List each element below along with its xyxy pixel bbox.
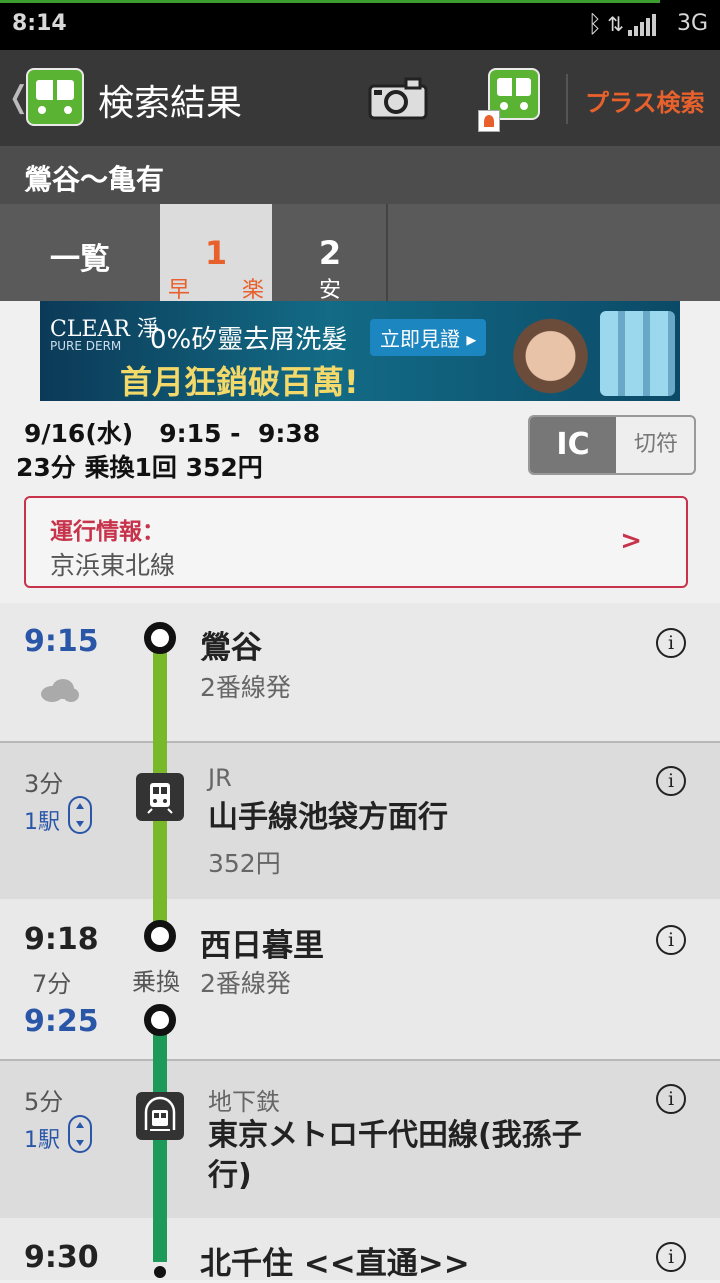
ad-brand-sub: PURE DERM (50, 339, 122, 353)
cloud-icon (41, 679, 79, 702)
info-icon[interactable]: i (656, 1242, 686, 1272)
tab-route-1[interactable]: 1 早 楽 (160, 204, 272, 303)
departure-time: 9:15 (24, 624, 99, 659)
departure-time: 9:25 (24, 1004, 99, 1039)
station-node (144, 920, 176, 952)
transfer-wait: 7分 (32, 970, 72, 998)
tab-1-badge-fast: 早 (168, 278, 191, 303)
segment-fare: 352円 (208, 849, 281, 878)
tab-2-number: 2 (318, 234, 342, 272)
loading-progress-bar (0, 0, 660, 3)
ride-minutes: 3分 (24, 770, 64, 798)
plus-search-button[interactable]: プラス検索 (585, 83, 705, 118)
operation-info-label: 運行情報： (50, 519, 165, 545)
tab-list-label: 一覧 (50, 242, 110, 277)
operator-name: JR (208, 764, 232, 792)
metro-line-track (153, 1028, 167, 1262)
expand-stops-stepper-icon[interactable] (68, 796, 92, 834)
fare-ic-option[interactable]: IC (530, 417, 616, 473)
stop-row-uguisudani (0, 603, 720, 741)
info-icon[interactable]: i (656, 766, 686, 796)
status-bar: 8:14 ᛒ ⇅ 3G (0, 0, 720, 50)
stop-row-nishinippori (0, 899, 720, 1059)
camera-icon[interactable] (368, 76, 428, 120)
network-type: 3G (676, 11, 708, 36)
line-name[interactable]: 山手線池袋方面行 (208, 798, 448, 838)
line-name[interactable]: 東京メトロ千代田線(我孫子行) (208, 1116, 618, 1196)
expand-stops-stepper-icon[interactable] (68, 1115, 92, 1153)
subway-icon (136, 1092, 184, 1140)
route-summary-stats: 23分 乗換1回 352円 (16, 453, 263, 482)
data-transfer-icon: ⇅ (607, 12, 624, 36)
fare-type-toggle: IC 切符 (528, 415, 696, 475)
timeline-end-dot (154, 1266, 166, 1278)
arrival-time: 9:18 (24, 922, 99, 957)
tab-1-number: 1 (204, 234, 228, 272)
chevron-right-icon: > (620, 526, 642, 556)
info-icon[interactable]: i (656, 628, 686, 658)
info-icon[interactable]: i (656, 925, 686, 955)
ad-headline: 0%矽靈去屑洗髮 (150, 325, 348, 355)
stop-count: 1駅 (24, 810, 60, 835)
stop-count: 1駅 (24, 1128, 60, 1153)
arrival-time: 9:30 (24, 1240, 99, 1275)
ride-minutes: 5分 (24, 1088, 64, 1116)
signal-strength-icon (628, 14, 656, 36)
route-date-time: 9/16(水) 9:15 - 9:38 (24, 419, 321, 448)
ad-product-image (600, 311, 675, 396)
platform-info: 2番線発 (200, 969, 291, 998)
result-tabs: 一覧 1 早 楽 2 安 (0, 204, 720, 303)
platform-info: 2番線発 (200, 673, 291, 702)
bluetooth-icon: ᛒ (587, 10, 602, 38)
tab-route-2[interactable]: 2 安 (272, 204, 388, 303)
operator-name: 地下鉄 (208, 1088, 280, 1116)
station-node (144, 622, 176, 654)
station-name[interactable]: 西日暮里 (200, 920, 324, 965)
ad-cta[interactable]: 立即見證 ▸ (370, 319, 487, 356)
ad-subline: 首月狂銷破百萬! (120, 363, 359, 401)
tab-list[interactable]: 一覧 (0, 204, 160, 301)
operation-info-line: 京浜東北線 (50, 551, 176, 580)
transfer-label: 乗換 (132, 968, 180, 996)
tab-2-badge-cheap: 安 (318, 278, 341, 303)
route-label: 鶯谷～亀有 (24, 163, 165, 196)
operation-info-card[interactable]: 運行情報： 京浜東北線 > (24, 496, 688, 588)
info-icon[interactable]: i (656, 1084, 686, 1114)
status-time: 8:14 (12, 11, 67, 36)
fare-ticket-option[interactable]: 切符 (616, 417, 694, 473)
page-title: 検索結果 (98, 83, 243, 124)
app-train-icon[interactable] (26, 68, 84, 126)
ad-model-image (490, 301, 600, 401)
tab-1-badge-easy: 楽 (241, 278, 264, 303)
station-node (144, 1004, 176, 1036)
ad-banner[interactable]: CLEAR 淨 PURE DERM 0%矽靈去屑洗髮 立即見證 ▸ 首月狂銷破百… (40, 301, 680, 401)
train-icon (136, 773, 184, 821)
station-name[interactable]: 北千住 <<直通>> (200, 1238, 470, 1283)
action-divider (566, 74, 568, 124)
route-header: 鶯谷～亀有 (0, 146, 720, 204)
station-name[interactable]: 鶯谷 (200, 622, 262, 667)
action-bar: ❬ 検索結果 プラス検索 (0, 50, 720, 146)
shortcut-arrow-icon (478, 110, 500, 132)
